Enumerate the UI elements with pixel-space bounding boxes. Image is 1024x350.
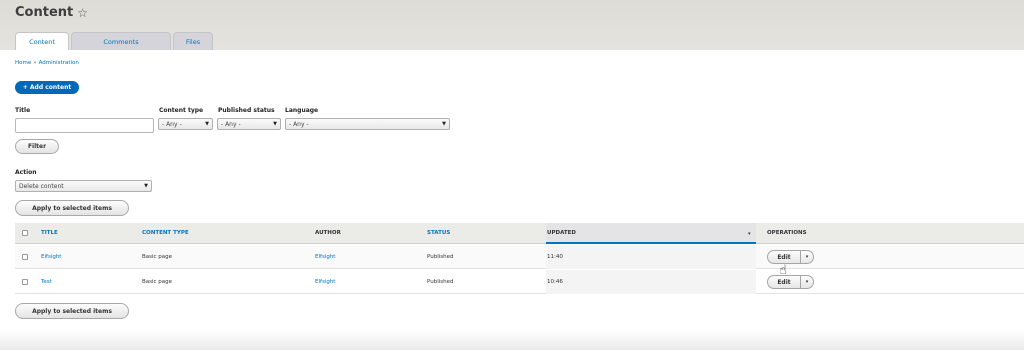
sorted-column-highlight <box>546 223 756 244</box>
primary-tabs: Content Comments Files <box>15 32 213 50</box>
breadcrumb-separator: » <box>33 60 37 66</box>
tab-comments[interactable]: Comments <box>71 32 171 50</box>
title-filter-label: Title <box>15 107 31 114</box>
action-label: Action <box>15 169 37 176</box>
select-all-checkbox[interactable] <box>22 230 28 236</box>
table-header: TITLE CONTENT TYPE AUTHOR STATUS UPDATED… <box>15 223 1024 244</box>
filter-button[interactable]: Filter <box>15 139 59 154</box>
published-status-select[interactable]: - Any - ▼ <box>217 118 281 130</box>
chevron-down-icon: ▼ <box>144 183 148 189</box>
language-label: Language <box>285 107 319 114</box>
bottom-apply-to-selected-button[interactable]: Apply to selected items <box>15 303 129 319</box>
row-author-link[interactable]: Elfsight <box>315 279 335 285</box>
content-type-select[interactable]: - Any - ▼ <box>158 118 213 130</box>
row-operations: Edit ▾ <box>767 250 814 264</box>
column-status[interactable]: STATUS <box>427 230 450 236</box>
breadcrumb-administration[interactable]: Administration <box>39 60 79 66</box>
tab-content[interactable]: Content <box>15 32 69 50</box>
column-content-type[interactable]: CONTENT TYPE <box>142 230 189 236</box>
page-header: Content ☆ Content Comments Files <box>0 0 1024 50</box>
sorted-cell <box>546 245 756 269</box>
row-author-link[interactable]: Elfsight <box>315 254 335 260</box>
row-updated: 11:40 <box>547 254 563 260</box>
column-operations: OPERATIONS <box>767 230 807 236</box>
operations-dropdown-toggle[interactable]: ▾ <box>801 275 814 289</box>
chevron-down-icon: ▼ <box>442 121 446 127</box>
apply-to-selected-button[interactable]: Apply to selected items <box>15 200 129 216</box>
published-status-label: Published status <box>218 107 275 114</box>
table-row: Test Basic page Elfsight Published 10:46… <box>15 270 1024 294</box>
action-value: Delete content <box>19 183 64 190</box>
row-title-link[interactable]: Test <box>41 279 52 285</box>
published-status-value: - Any - <box>221 121 241 128</box>
row-title-link[interactable]: Elfsight <box>41 254 61 260</box>
row-operations: Edit ▾ <box>767 275 814 289</box>
column-updated[interactable]: UPDATED <box>547 230 576 236</box>
row-checkbox[interactable] <box>22 254 28 260</box>
action-select[interactable]: Delete content ▼ <box>15 180 152 192</box>
sort-descending-icon: ▾ <box>748 231 751 237</box>
hand-cursor-icon: ☝ <box>779 263 787 278</box>
edit-button[interactable]: Edit <box>767 250 801 264</box>
column-title[interactable]: TITLE <box>41 230 58 236</box>
chevron-down-icon: ▼ <box>205 121 209 127</box>
star-icon[interactable]: ☆ <box>77 6 88 20</box>
row-checkbox[interactable] <box>22 279 28 285</box>
bottom-edge <box>0 330 1024 350</box>
content-type-value: - Any - <box>162 121 182 128</box>
language-select[interactable]: - Any - ▼ <box>285 118 450 130</box>
page-title-text: Content <box>15 5 74 20</box>
operations-dropdown-toggle[interactable]: ▾ <box>801 250 814 264</box>
row-content-type: Basic page <box>142 254 173 260</box>
table-row: Elfsight Basic page Elfsight Published 1… <box>15 245 1024 269</box>
content-type-label: Content type <box>159 107 204 114</box>
row-content-type: Basic page <box>142 279 173 285</box>
title-filter-input[interactable] <box>15 118 154 133</box>
breadcrumb-home[interactable]: Home <box>15 60 31 66</box>
page-title: Content ☆ <box>15 5 88 20</box>
tab-files[interactable]: Files <box>173 32 213 50</box>
add-content-button[interactable]: + Add content <box>15 81 79 94</box>
row-status: Published <box>427 254 454 260</box>
sorted-cell <box>546 270 756 294</box>
column-author: AUTHOR <box>315 230 341 236</box>
row-updated: 10:46 <box>547 279 563 285</box>
breadcrumb: Home » Administration <box>15 60 79 66</box>
language-value: - Any - <box>289 121 309 128</box>
chevron-down-icon: ▼ <box>273 121 277 127</box>
row-status: Published <box>427 279 454 285</box>
